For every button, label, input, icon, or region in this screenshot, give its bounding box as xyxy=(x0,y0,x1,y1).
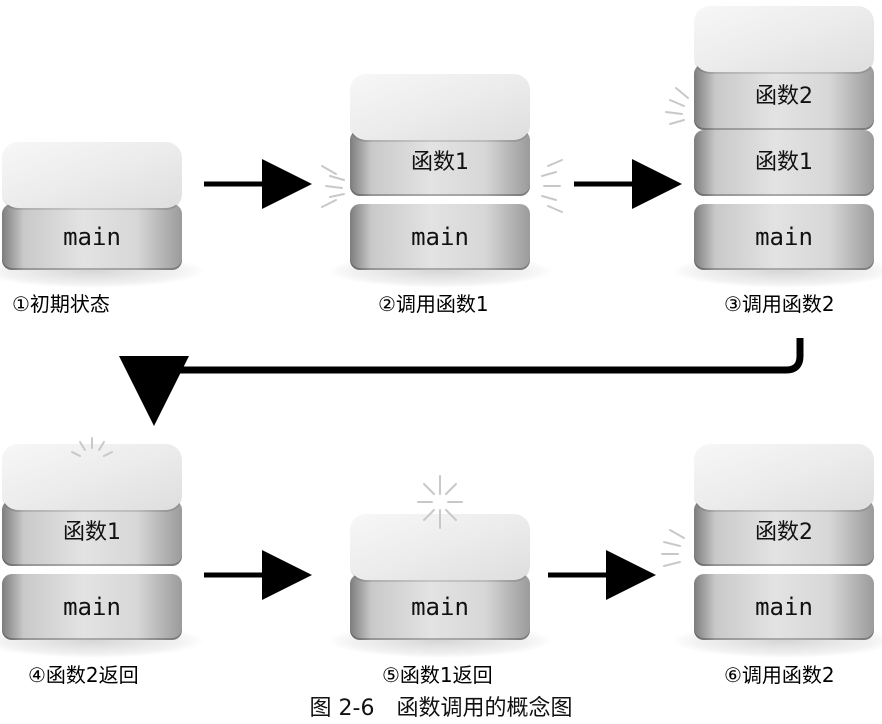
diagram-canvas: main ①初期状态 main 函数1 ②调用函数1 main 函数1 函数2 … xyxy=(0,0,882,724)
burst-icon xyxy=(71,437,113,457)
figure-caption: 图 2-6 函数调用的概念图 xyxy=(309,696,573,721)
burst-icon xyxy=(321,165,345,208)
burst-icon xyxy=(661,529,685,567)
burst-icon xyxy=(665,87,689,125)
burst-icon xyxy=(417,475,463,529)
connectors-layer xyxy=(71,87,804,600)
return-arrow-icon xyxy=(119,338,804,426)
burst-icon xyxy=(541,159,563,213)
